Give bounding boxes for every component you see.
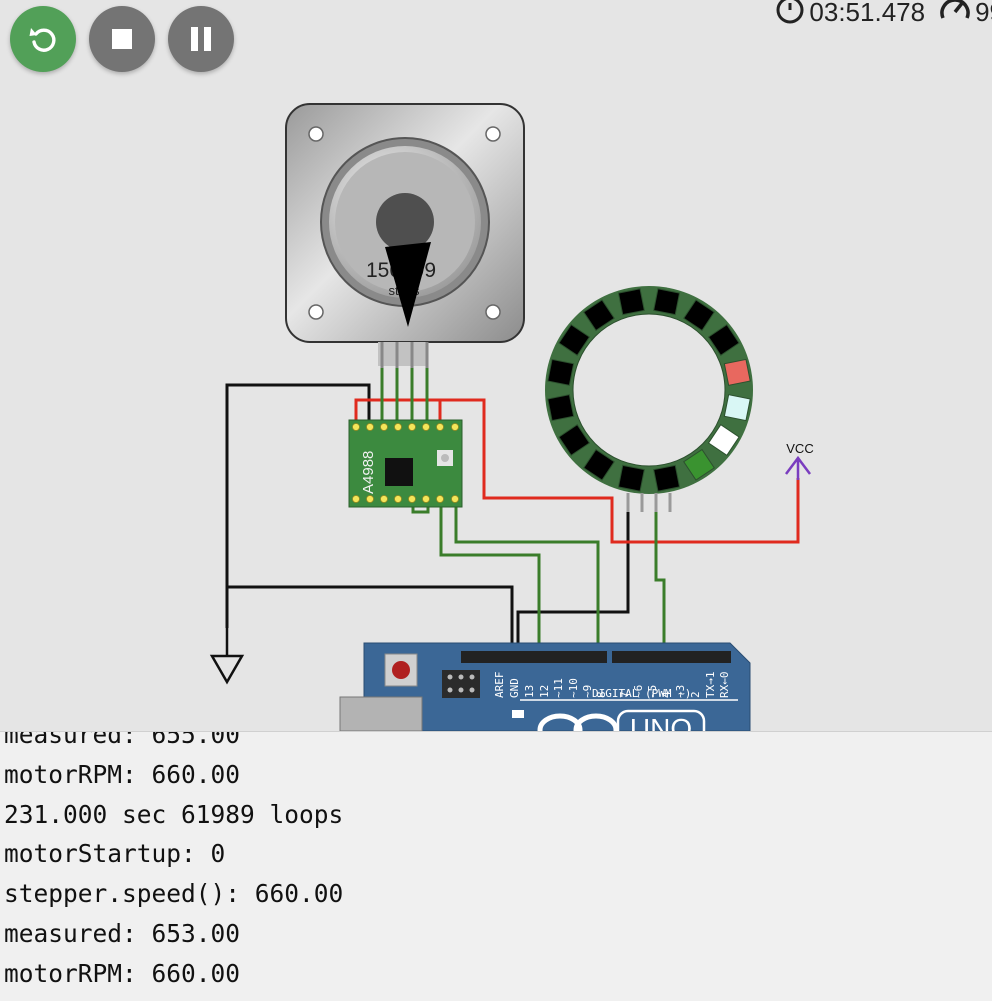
- serial-line: measured: 655.00: [4, 731, 241, 749]
- arduino-uno[interactable]: AREF GND 13 12 ~11 ~10 ~9 8 7 ~6 ~5 4 ~3 2 TX→1 RX←0 DI…: [339, 642, 751, 731]
- serial-line: measured: 653.00: [4, 918, 241, 948]
- sim-speed: 99: [975, 0, 992, 27]
- serial-output: measured: 655.00 motorRPM: 660.00 231.00…: [4, 731, 344, 994]
- neopixel-led: [547, 394, 575, 422]
- restart-button[interactable]: [10, 6, 76, 72]
- vcc-label: VCC: [786, 441, 813, 456]
- restart-icon: [28, 24, 58, 54]
- header-pin-label: 12: [538, 685, 551, 698]
- simulation-canvas: VCC 156799 steps: [0, 0, 992, 731]
- stop-icon: [112, 29, 132, 49]
- driver-label: A4988: [360, 451, 377, 494]
- arduino-digital-label: DIGITAL (PWM ~): [592, 687, 691, 700]
- timer-icon: [775, 0, 809, 31]
- header-pin-label: AREF: [493, 672, 506, 699]
- neopixel-led: [723, 358, 751, 386]
- ground-symbol: [209, 628, 245, 685]
- serial-line: motorRPM: 660.00: [4, 759, 241, 789]
- circuit-diagram: VCC 156799 steps: [209, 103, 814, 731]
- header-pin-label: 13: [523, 685, 536, 698]
- neopixel-led: [653, 464, 681, 492]
- arduino-model-label: UNO: [630, 713, 692, 731]
- neopixel-led: [723, 394, 751, 422]
- header-pin-label: RX←0: [718, 672, 731, 699]
- neopixel-ring[interactable]: [545, 286, 753, 512]
- serial-line: motorStartup: 0: [4, 839, 226, 869]
- stop-button[interactable]: [89, 6, 155, 72]
- header-pin-label: ~10: [567, 678, 580, 698]
- sim-timer: 03:51.478: [809, 0, 926, 27]
- serial-line: stepper.speed(): 660.00: [4, 879, 344, 909]
- stepper-motor[interactable]: 156799 steps: [285, 103, 525, 368]
- vcc-symbol: VCC: [785, 441, 814, 480]
- serial-line: 231.000 sec 61989 loops: [4, 799, 344, 829]
- neopixel-led: [617, 288, 645, 316]
- sim-status: 03:51.478 99: [775, 0, 992, 27]
- pause-button[interactable]: [168, 6, 234, 72]
- neopixel-led: [653, 288, 681, 316]
- header-pin-label: TX→1: [704, 672, 717, 699]
- neopixel-led: [547, 358, 575, 386]
- header-pin-label: GND: [508, 678, 521, 698]
- speedometer-icon: [939, 0, 975, 31]
- neopixel-led: [617, 464, 645, 492]
- serial-line: motorRPM: 660.00: [4, 958, 241, 988]
- a4988-driver[interactable]: A4988: [348, 419, 463, 508]
- header-pin-label: ~11: [552, 678, 565, 698]
- pause-icon: [190, 27, 212, 51]
- serial-monitor[interactable]: measured: 655.00 motorRPM: 660.00 231.00…: [0, 731, 992, 1001]
